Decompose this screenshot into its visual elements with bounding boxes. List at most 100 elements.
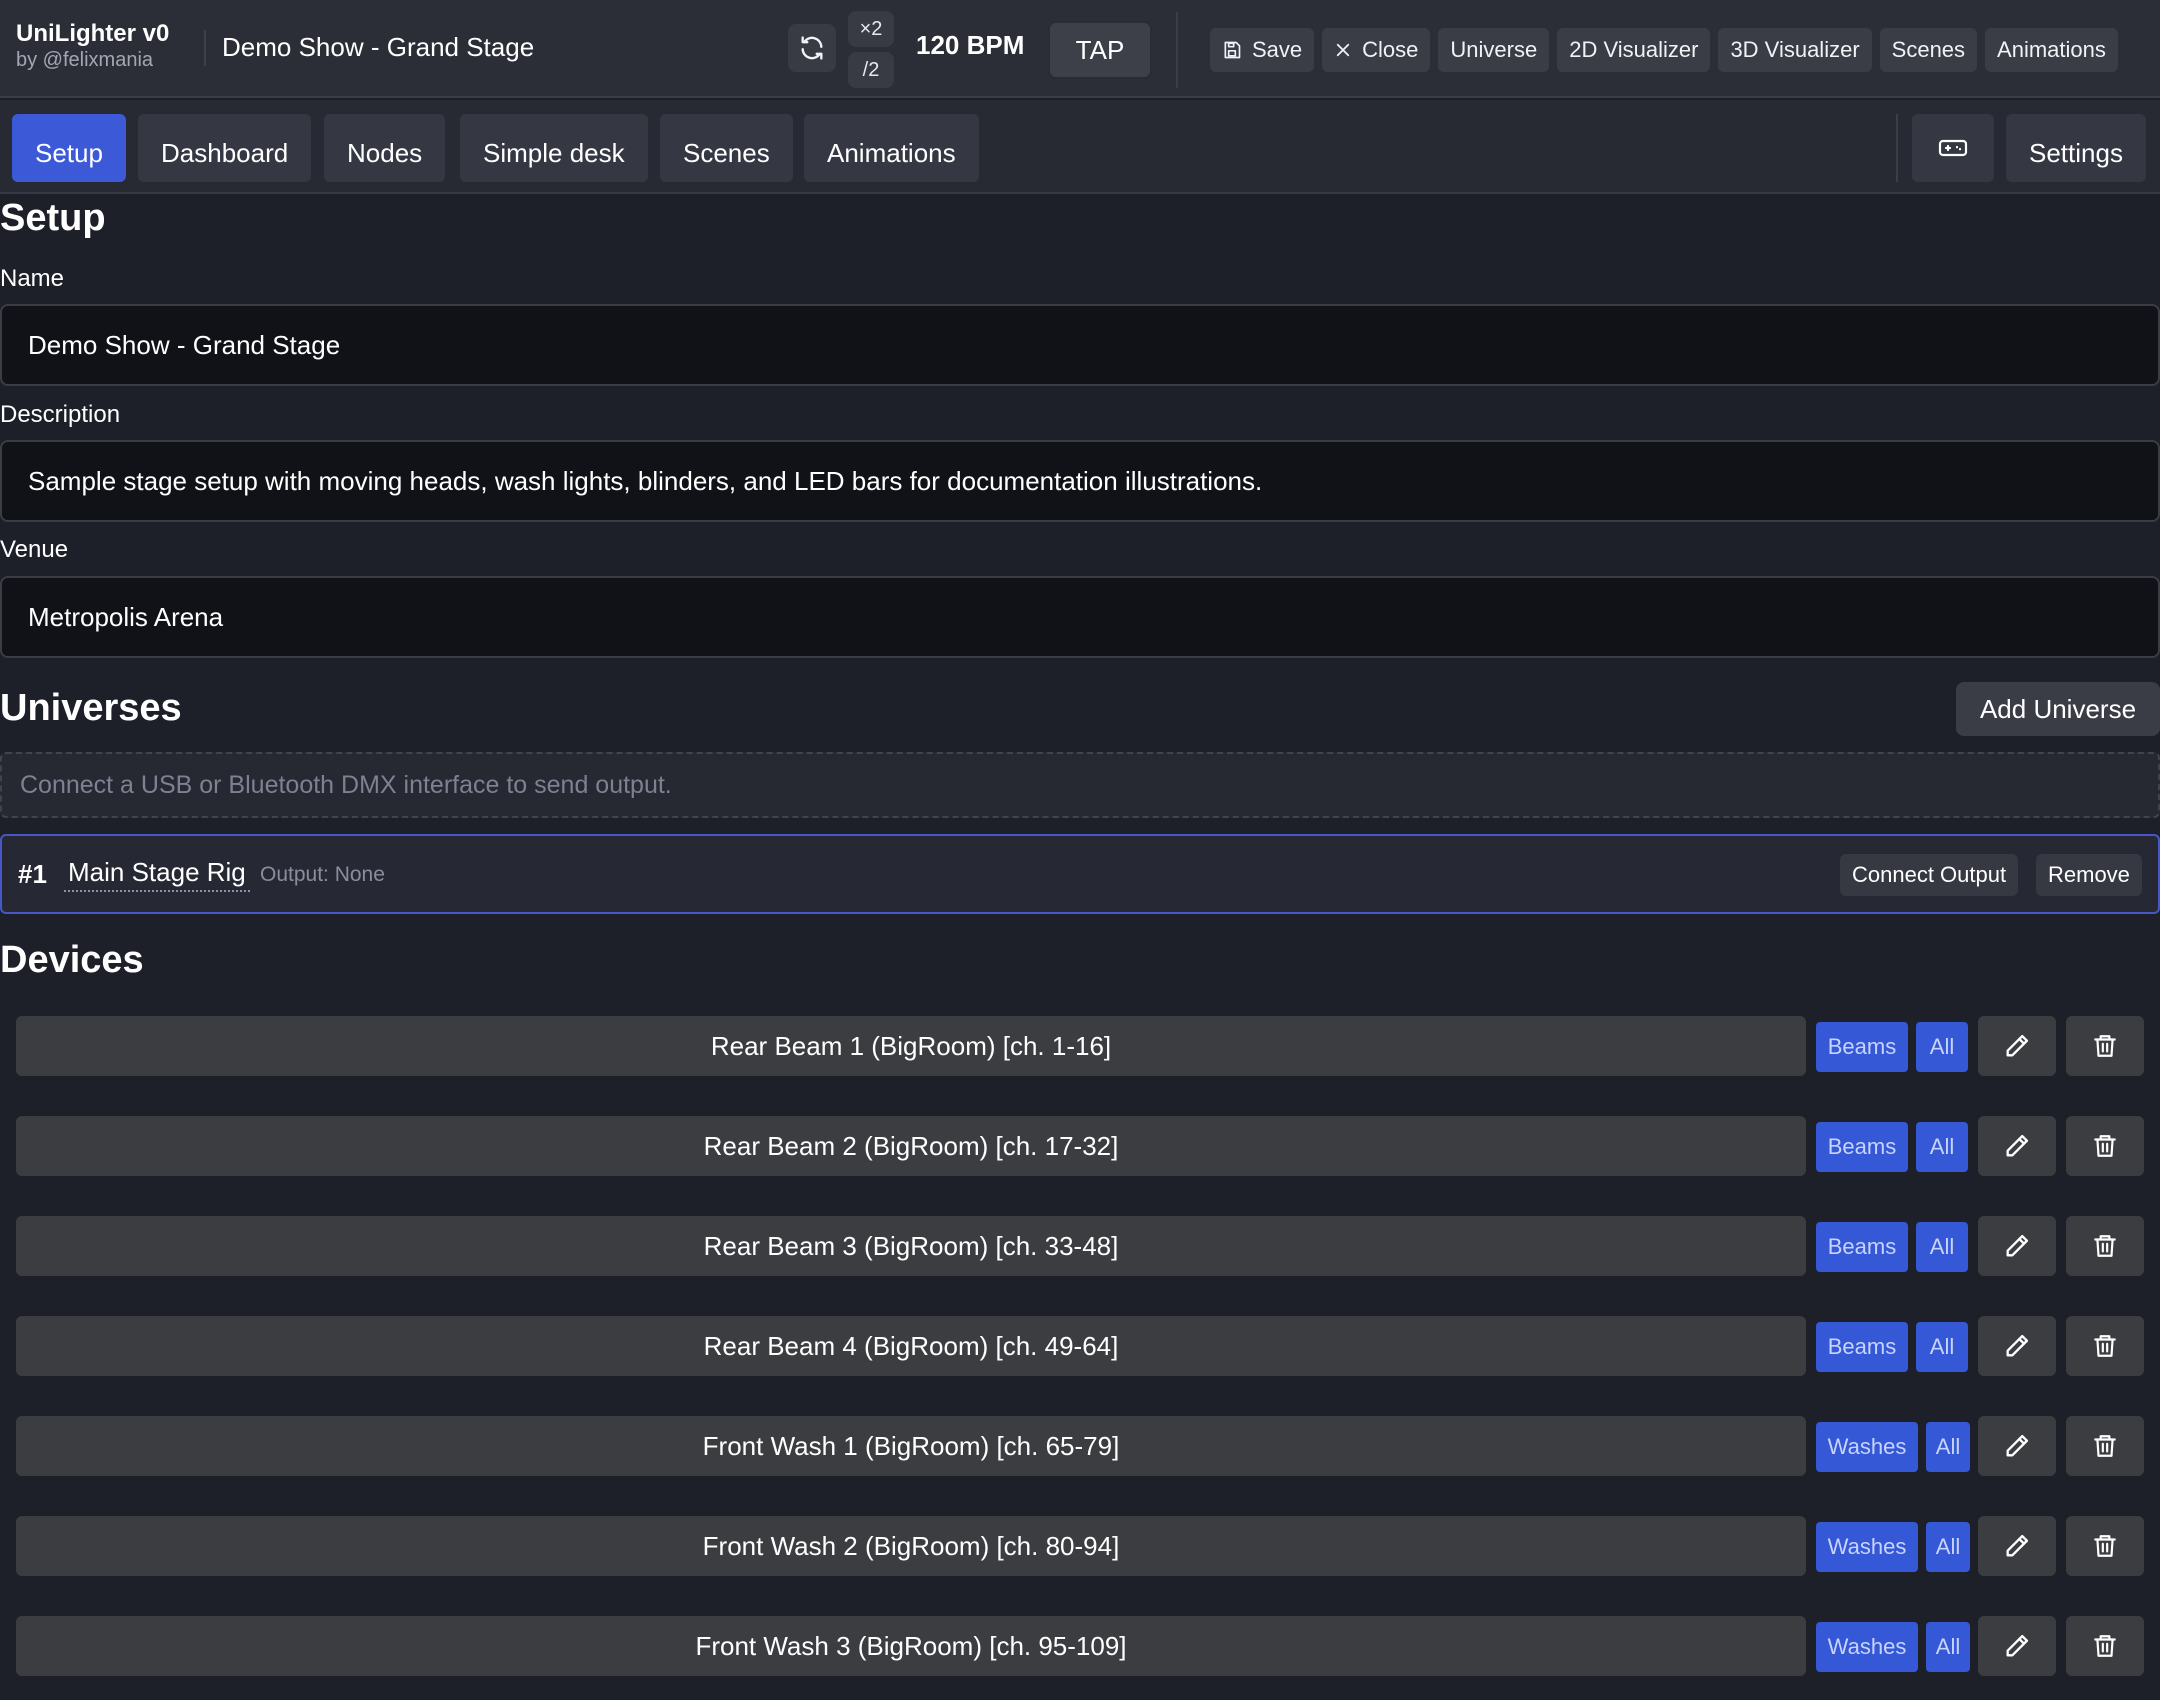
divider [1896,114,1898,182]
device-name-button[interactable]: Rear Beam 4 (BigRoom) [ch. 49-64] [16,1316,1806,1376]
device-scope-tag[interactable]: All [1916,1322,1968,1372]
delete-device-button[interactable] [2066,1516,2144,1576]
device-row: Front Wash 3 (BigRoom) [ch. 95-109] Washe… [16,1616,2144,1676]
device-group-tag[interactable]: Beams [1816,1222,1908,1272]
visualizer-3d-button[interactable]: 3D Visualizer [1718,28,1872,72]
edit-device-button[interactable] [1978,1516,2056,1576]
sync-button[interactable] [788,24,836,72]
device-group-tag[interactable]: Beams [1816,1122,1908,1172]
device-group-tag[interactable]: Beams [1816,1322,1908,1372]
pencil-icon [2003,1032,2031,1060]
universe-button[interactable]: Universe [1438,28,1550,72]
pencil-icon [2003,1132,2031,1160]
scenes-button[interactable]: Scenes [1879,28,1978,72]
animations-button[interactable]: Animations [1985,28,2118,72]
connect-output-button[interactable]: Connect Output [1840,854,2019,896]
gamepad-button[interactable] [1912,114,1994,182]
pencil-icon [2003,1432,2031,1460]
device-name-button[interactable]: Rear Beam 3 (BigRoom) [ch. 33-48] [16,1216,1806,1276]
top-nav: Save Close Universe 2D Visualizer 3D Vis… [1210,28,2118,72]
save-button[interactable]: Save [1210,28,1315,72]
tab-simple-desk[interactable]: Simple desk [460,114,648,182]
add-universe-button[interactable]: Add Universe [1956,682,2160,736]
visualizer-2d-button[interactable]: 2D Visualizer [1557,28,1711,72]
refresh-icon [798,34,826,62]
top-bar: UniLighter v0 by @felixmania Demo Show -… [0,0,2160,98]
description-field[interactable]: Sample stage setup with moving heads, wa… [0,440,2160,522]
device-name-button[interactable]: Front Wash 2 (BigRoom) [ch. 80-94] [16,1516,1806,1576]
edit-device-button[interactable] [1978,1116,2056,1176]
edit-device-button[interactable] [1978,1616,2056,1676]
dmx-notice: Connect a USB or Bluetooth DMX interface… [0,752,2160,818]
close-label: Close [1362,37,1419,62]
tab-nodes[interactable]: Nodes [324,114,446,182]
tab-animations[interactable]: Animations [804,114,979,182]
pencil-icon [2003,1332,2031,1360]
device-row: Rear Beam 2 (BigRoom) [ch. 17-32] Beams Al… [16,1116,2144,1176]
universe-row: #1 Main Stage Rig Output: None Connect O… [0,834,2160,914]
brand: UniLighter v0 by @felixmania [16,20,169,72]
devices-heading: Devices [0,939,144,981]
device-group-tag[interactable]: Washes [1816,1422,1918,1472]
device-name-button[interactable]: Rear Beam 2 (BigRoom) [ch. 17-32] [16,1116,1806,1176]
tab-settings[interactable]: Settings [2006,114,2146,182]
delete-device-button[interactable] [2066,1616,2144,1676]
device-group-tag[interactable]: Washes [1816,1522,1918,1572]
universe-name[interactable]: Main Stage Rig [64,856,250,892]
trash-icon [2092,1332,2118,1360]
trash-icon [2092,1532,2118,1560]
edit-device-button[interactable] [1978,1316,2056,1376]
app-author: by @felixmania [16,49,154,71]
device-scope-tag[interactable]: All [1926,1622,1970,1672]
setup-heading: Setup [0,197,106,239]
edit-device-button[interactable] [1978,1216,2056,1276]
tab-bar: Setup Dashboard Nodes Simple desk Scenes… [0,100,2160,194]
edit-device-button[interactable] [1978,1416,2056,1476]
description-label: Description [0,401,121,428]
device-scope-tag[interactable]: All [1916,1222,1968,1272]
delete-device-button[interactable] [2066,1316,2144,1376]
delete-device-button[interactable] [2066,1116,2144,1176]
tab-dashboard[interactable]: Dashboard [138,114,312,182]
tab-scenes[interactable]: Scenes [660,114,793,182]
trash-icon [2092,1132,2118,1160]
pencil-icon [2003,1532,2031,1560]
device-scope-tag[interactable]: All [1926,1522,1970,1572]
universe-number: #1 [18,859,47,889]
divider [1176,12,1178,88]
device-scope-tag[interactable]: All [1916,1122,1968,1172]
delete-device-button[interactable] [2066,1416,2144,1476]
delete-device-button[interactable] [2066,1216,2144,1276]
universe-output-status: Output: None [260,863,385,886]
device-name-button[interactable]: Front Wash 3 (BigRoom) [ch. 95-109] [16,1616,1806,1676]
bpm-half-button[interactable]: /2 [848,52,894,88]
bpm-double-button[interactable]: ×2 [848,11,894,47]
name-label: Name [0,265,65,292]
device-name-button[interactable]: Front Wash 1 (BigRoom) [ch. 65-79] [16,1416,1806,1476]
remove-universe-button[interactable]: Remove [2036,854,2142,896]
device-row: Front Wash 2 (BigRoom) [ch. 80-94] Washes… [16,1516,2144,1576]
venue-field[interactable]: Metropolis Arena [0,576,2160,658]
app-title: UniLighter v0 [16,20,170,47]
close-button[interactable]: Close [1322,28,1431,72]
universes-heading: Universes [0,687,182,729]
venue-label: Venue [0,536,69,563]
device-scope-tag[interactable]: All [1916,1022,1968,1072]
divider [204,30,206,66]
edit-device-button[interactable] [1978,1016,2056,1076]
trash-icon [2092,1032,2118,1060]
name-field[interactable]: Demo Show - Grand Stage [0,304,2160,386]
device-name-button[interactable]: Rear Beam 1 (BigRoom) [ch. 1-16] [16,1016,1806,1076]
device-group-tag[interactable]: Washes [1816,1622,1918,1672]
save-icon [1222,40,1242,60]
show-title: Demo Show - Grand Stage [222,32,535,62]
tap-tempo-button[interactable]: TAP [1048,21,1152,79]
delete-device-button[interactable] [2066,1016,2144,1076]
close-icon [1334,41,1352,59]
device-scope-tag[interactable]: All [1926,1422,1970,1472]
tab-setup[interactable]: Setup [12,114,126,182]
device-row: Rear Beam 3 (BigRoom) [ch. 33-48] Beams Al… [16,1216,2144,1276]
device-row: Front Wash 1 (BigRoom) [ch. 65-79] Washes… [16,1416,2144,1476]
device-group-tag[interactable]: Beams [1816,1022,1908,1072]
device-row: Rear Beam 1 (BigRoom) [ch. 1-16] Beams All [16,1016,2144,1076]
